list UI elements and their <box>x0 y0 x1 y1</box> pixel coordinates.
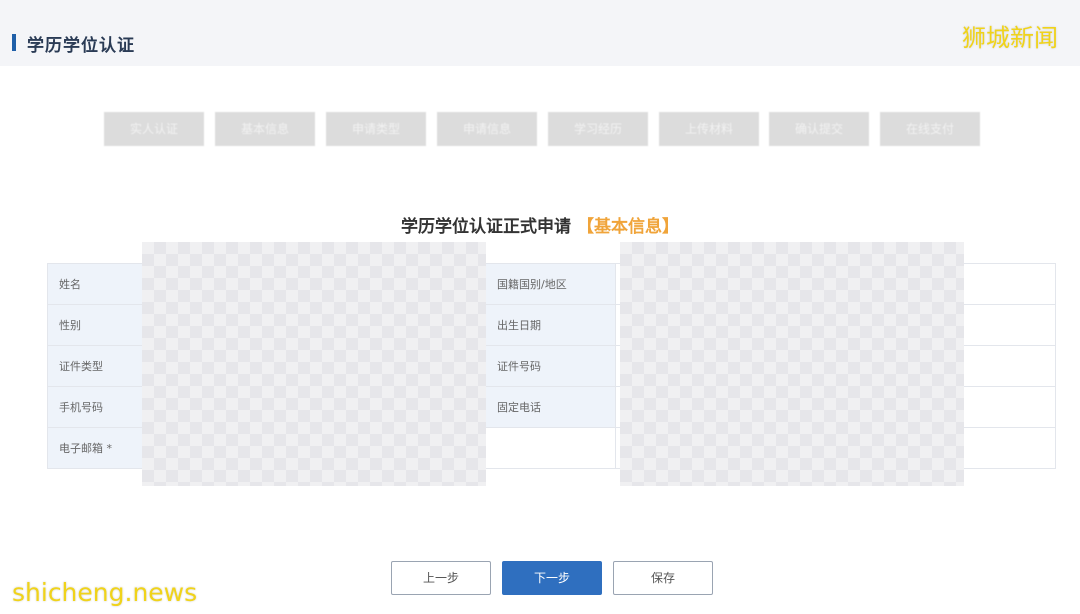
email-label: 电子邮箱 * <box>47 427 143 469</box>
page-title: 学历学位认证 <box>27 36 135 56</box>
gender-label: 性别 <box>47 304 143 346</box>
mobile-label: 手机号码 <box>47 386 143 428</box>
form-heading: 学历学位认证正式申请 【基本信息】 <box>0 212 1080 237</box>
id-type-label: 证件类型 <box>47 345 143 387</box>
id-number-label: 证件号码 <box>485 345 616 387</box>
step-1: 实人认证 <box>104 112 204 146</box>
step-6: 上传材料 <box>659 112 759 146</box>
title-accent-bar <box>12 34 16 51</box>
empty-cell <box>485 427 616 469</box>
form-heading-tag: 【基本信息】 <box>576 217 679 237</box>
name-label: 姓名 <box>47 263 143 305</box>
step-2: 基本信息 <box>215 112 315 146</box>
redaction-mosaic-left <box>142 242 486 486</box>
watermark-bottom: shicheng.news <box>12 578 198 607</box>
next-step-button[interactable]: 下一步 <box>502 561 602 595</box>
page-header: 学历学位认证 <box>0 0 1080 66</box>
prev-step-button[interactable]: 上一步 <box>391 561 491 595</box>
step-7: 确认提交 <box>769 112 869 146</box>
landline-label: 固定电话 <box>485 386 616 428</box>
step-8: 在线支付 <box>880 112 980 146</box>
redaction-mosaic-right <box>620 242 964 486</box>
step-5: 学习经历 <box>548 112 648 146</box>
save-button[interactable]: 保存 <box>613 561 713 595</box>
step-3: 申请类型 <box>326 112 426 146</box>
watermark-top: 狮城新闻 <box>962 24 1058 52</box>
birth-date-label: 出生日期 <box>485 304 616 346</box>
step-4: 申请信息 <box>437 112 537 146</box>
form-heading-text: 学历学位认证正式申请 <box>401 217 572 237</box>
nationality-label: 国籍国别/地区 <box>485 263 616 305</box>
